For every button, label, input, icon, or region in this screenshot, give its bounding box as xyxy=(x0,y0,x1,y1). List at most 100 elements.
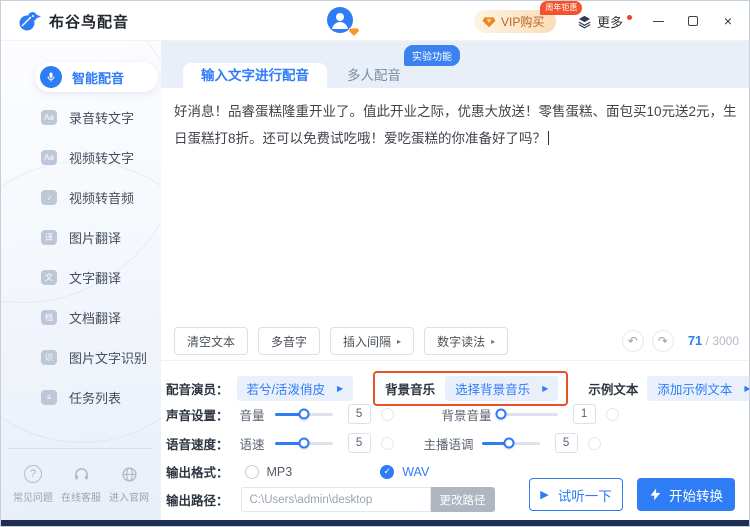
volume-label: 音量 xyxy=(240,405,265,424)
undo-icon[interactable]: ↶ xyxy=(622,330,644,352)
insert-pause-label: 插入间隔 xyxy=(343,333,391,350)
char-limit: / 3000 xyxy=(702,334,739,348)
sidebar-item-video-to-text[interactable]: Aa 视频转文字 xyxy=(1,137,161,177)
speed-label: 语速 xyxy=(240,434,265,453)
start-convert-button[interactable]: 开始转换 xyxy=(637,478,735,511)
sidebar-item-audio-to-text[interactable]: Aa 录音转文字 xyxy=(1,97,161,137)
pitch-value-box[interactable]: 5 xyxy=(555,433,578,453)
output-path-row: 输出路径： C:\Users\admin\desktop 更改路径 xyxy=(166,487,495,512)
output-format-label: 输出格式： xyxy=(166,462,229,481)
main-content: 输入文字进行配音 多人配音 实验功能 好消息！品睿蛋糕隆重开业了。值此开业之际，… xyxy=(161,41,749,520)
vip-diamond-icon xyxy=(482,16,496,28)
radio-mp3[interactable] xyxy=(245,465,259,479)
window-controls: × xyxy=(649,1,737,41)
sample-text-label: 示例文本 xyxy=(588,379,638,398)
speed-value-box[interactable]: 5 xyxy=(348,433,371,453)
caret-right-icon: ▸ xyxy=(397,337,401,346)
online-support-label: 在线客服 xyxy=(61,489,101,504)
bgm-select-label: 选择背景音乐 xyxy=(455,379,530,398)
ocr-icon: 识 xyxy=(41,350,57,365)
number-reading-button[interactable]: 数字读法 ▸ xyxy=(424,327,508,355)
sound-settings-label: 声音设置： xyxy=(166,405,229,424)
notification-dot xyxy=(627,15,632,20)
sidebar-item-image-translate[interactable]: 译 图片翻译 xyxy=(1,217,161,257)
volume-reset-icon[interactable] xyxy=(381,408,394,421)
app-title: 布谷鸟配音 xyxy=(49,11,129,32)
redo-icon[interactable]: ↷ xyxy=(652,330,674,352)
polyphone-button[interactable]: 多音字 xyxy=(258,327,320,355)
video-to-text-icon: Aa xyxy=(41,150,57,165)
image-translate-icon: 译 xyxy=(41,230,57,245)
sidebar-item-ocr[interactable]: 识 图片文字识别 xyxy=(1,337,161,377)
preview-label: 试听一下 xyxy=(558,485,612,505)
clear-text-button[interactable]: 清空文本 xyxy=(174,327,248,355)
clear-text-label: 清空文本 xyxy=(187,333,235,350)
bgm-select-button[interactable]: 选择背景音乐 ▶ xyxy=(445,376,558,401)
number-reading-label: 数字读法 xyxy=(437,333,485,350)
speed-reset-icon[interactable] xyxy=(381,437,394,450)
bg-volume-slider[interactable] xyxy=(500,413,558,416)
sidebar-item-smart-dubbing[interactable]: 智能配音 xyxy=(1,57,161,97)
output-path-input[interactable]: C:\Users\admin\desktop xyxy=(241,487,431,512)
close-button[interactable]: × xyxy=(719,12,737,30)
sidebar-item-label: 任务列表 xyxy=(69,388,121,407)
globe-icon xyxy=(120,465,138,483)
tab-text-to-voice[interactable]: 输入文字进行配音 xyxy=(183,63,327,88)
sidebar-item-label: 文字翻译 xyxy=(69,268,121,287)
voice-actor-value: 若兮/活泼俏皮 xyxy=(247,379,325,398)
sidebar-item-text-translate[interactable]: 文 文字翻译 xyxy=(1,257,161,297)
pitch-reset-icon[interactable] xyxy=(588,437,601,450)
bird-logo-icon xyxy=(17,9,41,33)
sidebar-item-label: 视频转音频 xyxy=(69,188,134,207)
char-counter: 71 / 3000 xyxy=(688,332,739,350)
official-site-link[interactable]: 进入官网 xyxy=(105,465,153,504)
preview-button[interactable]: ▶ 试听一下 xyxy=(529,478,623,511)
sidebar-item-document-translate[interactable]: 档 文档翻译 xyxy=(1,297,161,337)
sidebar-item-video-to-audio[interactable]: ♪ 视频转音频 xyxy=(1,177,161,217)
check-icon: ✓ xyxy=(383,466,391,477)
minimize-button[interactable] xyxy=(649,12,667,30)
polyphone-label: 多音字 xyxy=(271,333,307,350)
document-translate-icon: 档 xyxy=(41,310,57,325)
sidebar-item-task-list[interactable]: ≡ 任务列表 xyxy=(1,377,161,417)
vip-purchase-button[interactable]: VIP购买 周年钜惠 xyxy=(474,10,556,33)
sidebar-item-label: 视频转文字 xyxy=(69,148,134,167)
volume-value-box[interactable]: 5 xyxy=(348,404,371,424)
tab-multi-voice[interactable]: 多人配音 xyxy=(329,63,419,88)
faq-link[interactable]: ? 常见问题 xyxy=(9,465,57,504)
sidebar-item-label: 智能配音 xyxy=(72,68,124,87)
text-cursor xyxy=(548,131,549,145)
faq-label: 常见问题 xyxy=(13,489,53,504)
online-support-link[interactable]: 在线客服 xyxy=(57,465,105,504)
app-logo: 布谷鸟配音 xyxy=(17,1,129,41)
video-to-audio-icon: ♪ xyxy=(41,190,57,205)
add-sample-text-button[interactable]: 添加示例文本 ▶ xyxy=(647,376,750,401)
radio-wav[interactable]: ✓ xyxy=(380,465,394,479)
bgm-highlight-box: 背景音乐 选择背景音乐 ▶ xyxy=(373,371,568,406)
sound-settings-row: 声音设置： 音量 5 背景音量 1 xyxy=(166,404,619,424)
insert-pause-button[interactable]: 插入间隔 ▸ xyxy=(330,327,414,355)
text-input-area[interactable]: 好消息！品睿蛋糕隆重开业了。值此开业之际，优惠大放送！零售蛋糕、面包买10元送2… xyxy=(174,98,740,323)
sidebar-item-label: 图片文字识别 xyxy=(69,348,147,367)
caret-right-icon: ▶ xyxy=(337,384,343,393)
bg-volume-reset-icon[interactable] xyxy=(606,408,619,421)
pitch-slider[interactable] xyxy=(482,442,540,445)
maximize-button[interactable] xyxy=(684,12,702,30)
user-avatar[interactable] xyxy=(327,7,357,37)
more-menu-button[interactable]: 更多 xyxy=(577,11,632,31)
sidebar: 智能配音 Aa 录音转文字 Aa 视频转文字 ♪ 视频转音频 译 图片翻译 文 … xyxy=(1,41,161,520)
task-list-icon: ≡ xyxy=(41,390,57,405)
bg-volume-value-box[interactable]: 1 xyxy=(573,404,596,424)
play-icon: ▶ xyxy=(540,488,548,501)
volume-slider[interactable] xyxy=(275,413,333,416)
char-count: 71 xyxy=(688,333,702,348)
change-path-button[interactable]: 更改路径 xyxy=(431,487,495,512)
caret-right-icon: ▶ xyxy=(542,384,548,393)
wav-label: WAV xyxy=(402,465,429,479)
sidebar-item-label: 图片翻译 xyxy=(69,228,121,247)
experimental-feature-badge: 实验功能 xyxy=(404,45,460,66)
audio-to-text-icon: Aa xyxy=(41,110,57,125)
more-menu-label: 更多 xyxy=(597,12,623,31)
voice-actor-select[interactable]: 若兮/活泼俏皮 ▶ xyxy=(237,376,354,401)
speed-slider[interactable] xyxy=(275,442,333,445)
